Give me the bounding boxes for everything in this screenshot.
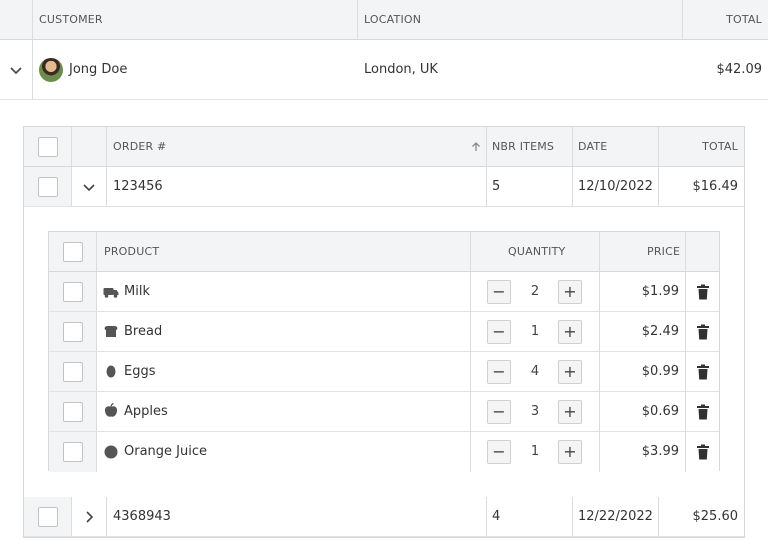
product-price: $3.99 (641, 444, 679, 459)
increment-button[interactable]: + (558, 320, 582, 344)
product-row[interactable]: Bread − 1 + $2.49 (49, 312, 719, 352)
order-total: $16.49 (692, 179, 739, 194)
decrement-button[interactable]: − (487, 440, 511, 464)
increment-button[interactable]: + (558, 280, 582, 304)
quantity-value[interactable]: 3 (520, 404, 550, 419)
bread-icon (104, 326, 118, 337)
product-row[interactable]: Orange Juice − 1 + $3.99 (49, 432, 719, 472)
sort-ascending-icon[interactable] (470, 141, 482, 153)
order-items: 5 (492, 179, 501, 194)
product-price: $0.69 (641, 404, 679, 419)
products-grid: PRODUCT QUANTITY PRICE Milk − 2 + $1.99 (48, 231, 720, 472)
chevron-down-icon[interactable] (81, 179, 97, 195)
order-row[interactable]: 123456 5 12/10/2022 $16.49 (24, 167, 744, 207)
order-row[interactable]: 4368943 4 12/22/2022 $25.60 (24, 497, 744, 537)
date-column-header[interactable]: DATE (578, 140, 607, 153)
product-column-header[interactable]: PRODUCT (104, 245, 159, 258)
product-name: Bread (124, 324, 163, 339)
order-total: $25.60 (692, 509, 739, 524)
product-select-checkbox[interactable] (63, 442, 83, 462)
trash-icon[interactable] (696, 324, 710, 340)
select-all-products-checkbox[interactable] (63, 242, 83, 262)
order-items: 4 (492, 509, 501, 524)
order-select-checkbox[interactable] (38, 177, 58, 197)
product-price: $0.99 (641, 364, 679, 379)
decrement-button[interactable]: − (487, 360, 511, 384)
quantity-value[interactable]: 1 (520, 324, 550, 339)
orders-header-row: ORDER # NBR ITEMS DATE TOTAL (24, 127, 744, 167)
product-name: Milk (124, 284, 150, 299)
customer-name: Jong Doe (69, 62, 128, 77)
trash-icon[interactable] (696, 364, 710, 380)
orders-grid: ORDER # NBR ITEMS DATE TOTAL 123456 5 12… (23, 126, 745, 538)
decrement-button[interactable]: − (487, 320, 511, 344)
order-column-header[interactable]: ORDER # (113, 140, 166, 153)
product-select-checkbox[interactable] (63, 362, 83, 382)
chevron-right-icon[interactable] (81, 509, 97, 525)
products-header-row: PRODUCT QUANTITY PRICE (49, 232, 719, 272)
select-all-orders-checkbox[interactable] (38, 137, 58, 157)
customer-total: $42.09 (716, 62, 763, 77)
product-row[interactable]: Eggs − 4 + $0.99 (49, 352, 719, 392)
increment-button[interactable]: + (558, 360, 582, 384)
trash-icon[interactable] (696, 404, 710, 420)
increment-button[interactable]: + (558, 440, 582, 464)
decrement-button[interactable]: − (487, 280, 511, 304)
order-select-checkbox[interactable] (38, 507, 58, 527)
increment-button[interactable]: + (558, 400, 582, 424)
product-price: $2.49 (641, 324, 679, 339)
circle-icon (104, 445, 118, 459)
customer-location: London, UK (364, 62, 438, 77)
product-row[interactable]: Apples − 3 + $0.69 (49, 392, 719, 432)
quantity-column-header[interactable]: QUANTITY (508, 245, 565, 258)
product-name: Orange Juice (124, 444, 207, 459)
product-row[interactable]: Milk − 2 + $1.99 (49, 272, 719, 312)
milk-truck-icon (103, 288, 119, 298)
product-select-checkbox[interactable] (63, 402, 83, 422)
chevron-down-icon[interactable] (8, 62, 24, 78)
product-name: Apples (124, 404, 168, 419)
customer-column-header[interactable]: CUSTOMER (39, 13, 103, 26)
quantity-value[interactable]: 1 (520, 444, 550, 459)
price-column-header[interactable]: PRICE (647, 245, 680, 258)
decrement-button[interactable]: − (487, 400, 511, 424)
items-column-header[interactable]: NBR ITEMS (492, 140, 554, 153)
order-date: 12/22/2022 (578, 509, 653, 524)
order-total-column-header[interactable]: TOTAL (702, 140, 738, 153)
trash-icon[interactable] (696, 284, 710, 300)
egg-icon (106, 365, 116, 378)
customers-header-row: CUSTOMER LOCATION TOTAL (0, 0, 768, 40)
customer-row[interactable]: Jong Doe London, UK $42.09 (0, 40, 768, 100)
quantity-value[interactable]: 2 (520, 284, 550, 299)
trash-icon[interactable] (696, 444, 710, 460)
order-number: 123456 (113, 179, 163, 194)
order-date: 12/10/2022 (578, 179, 653, 194)
avatar (39, 58, 63, 82)
order-number: 4368943 (113, 509, 171, 524)
total-column-header[interactable]: TOTAL (726, 13, 762, 26)
product-name: Eggs (124, 364, 156, 379)
location-column-header[interactable]: LOCATION (364, 13, 421, 26)
quantity-value[interactable]: 4 (520, 364, 550, 379)
product-select-checkbox[interactable] (63, 322, 83, 342)
column-divider (32, 0, 33, 40)
apple-icon (104, 403, 118, 417)
product-price: $1.99 (641, 284, 679, 299)
product-select-checkbox[interactable] (63, 282, 83, 302)
